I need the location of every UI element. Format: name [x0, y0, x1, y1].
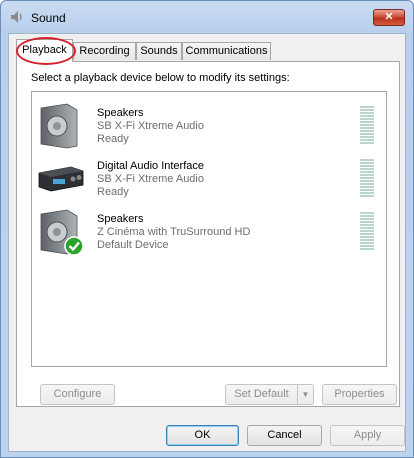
- cancel-label: Cancel: [267, 429, 302, 441]
- ok-label: OK: [194, 429, 211, 441]
- tab-recording[interactable]: Recording: [73, 42, 136, 60]
- window-title: Sound: [31, 11, 66, 25]
- apply-label: Apply: [353, 429, 382, 441]
- tab-playback[interactable]: Playback: [16, 39, 73, 62]
- volume-meter: [360, 212, 374, 252]
- sound-app-icon: [11, 11, 22, 23]
- apply-button[interactable]: Apply: [330, 425, 405, 446]
- digital-audio-interface-icon: [38, 166, 84, 192]
- title-bar[interactable]: Sound ✕: [1, 1, 413, 33]
- device-description: SB X-Fi Xtreme Audio: [97, 120, 204, 132]
- device-name: Speakers: [97, 213, 144, 225]
- device-list[interactable]: Speakers SB X-Fi Xtreme Audio Ready Digi…: [31, 91, 387, 367]
- configure-button[interactable]: Configure: [40, 384, 115, 405]
- volume-meter: [360, 159, 374, 199]
- speaker-icon: [40, 103, 78, 149]
- dialog-client-area: Playback Recording Sounds Communications…: [8, 33, 406, 452]
- set-default-label: Set Default: [234, 388, 289, 400]
- close-icon: ✕: [384, 11, 394, 23]
- playback-panel: Select a playback device below to modify…: [16, 61, 400, 407]
- device-row[interactable]: Speakers SB X-Fi Xtreme Audio Ready: [32, 98, 386, 150]
- tab-communications-label: Communications: [185, 45, 268, 57]
- device-description: SB X-Fi Xtreme Audio: [97, 173, 204, 185]
- sound-dialog: Sound ✕ Playback Recording Sounds Commun…: [0, 0, 414, 458]
- device-status: Ready: [97, 186, 129, 198]
- device-name: Digital Audio Interface: [97, 160, 205, 172]
- device-name: Speakers: [97, 107, 144, 119]
- set-default-button[interactable]: Set Default ▼: [225, 384, 314, 405]
- tab-sounds[interactable]: Sounds: [136, 42, 182, 60]
- properties-label: Properties: [334, 388, 385, 400]
- properties-button[interactable]: Properties: [322, 384, 397, 405]
- configure-label: Configure: [53, 388, 102, 400]
- device-status: Default Device: [97, 239, 169, 251]
- tab-recording-label: Recording: [79, 45, 130, 57]
- device-description: Z Cinéma with TruSurround HD: [97, 226, 251, 238]
- chevron-down-icon[interactable]: ▼: [297, 385, 313, 404]
- volume-meter: [360, 106, 374, 146]
- tab-communications[interactable]: Communications: [182, 42, 271, 60]
- speaker-default-icon: [40, 209, 84, 256]
- close-button[interactable]: ✕: [373, 9, 405, 26]
- device-row[interactable]: Speakers Z Cinéma with TruSurround HD De…: [32, 204, 386, 256]
- device-row[interactable]: Digital Audio Interface SB X-Fi Xtreme A…: [32, 151, 386, 203]
- ok-button[interactable]: OK: [166, 425, 239, 446]
- cancel-button[interactable]: Cancel: [247, 425, 322, 446]
- tab-playback-label: Playback: [22, 44, 67, 56]
- device-status: Ready: [97, 133, 129, 145]
- instructions-text: Select a playback device below to modify…: [31, 72, 290, 84]
- tab-sounds-label: Sounds: [140, 45, 178, 57]
